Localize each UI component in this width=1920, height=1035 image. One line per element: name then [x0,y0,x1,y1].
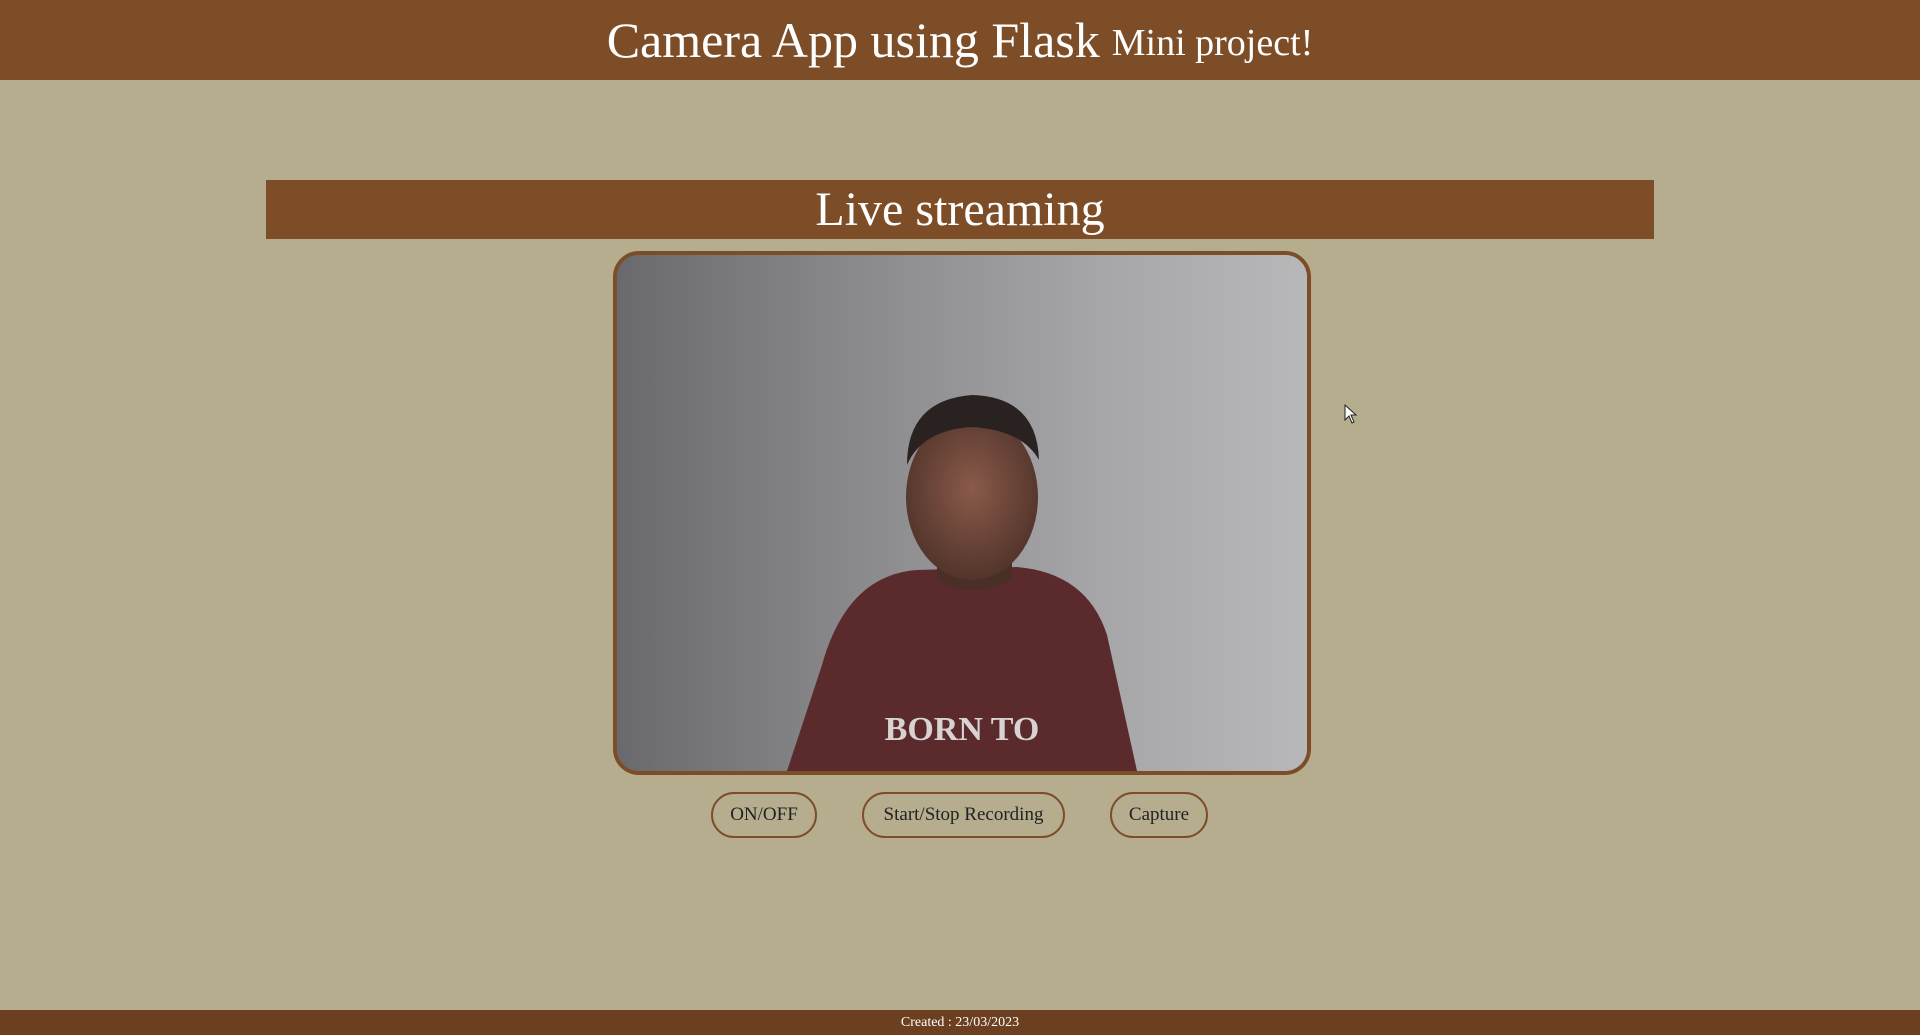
page-footer: Created : 23/03/2023 [0,1010,1920,1035]
start-stop-recording-button[interactable]: Start/Stop Recording [862,792,1065,838]
camera-controls: ON/OFF Start/Stop Recording Capture [0,792,1920,842]
onoff-button[interactable]: ON/OFF [711,792,817,838]
live-video-feed: BORN TO [613,251,1311,775]
app-title: Camera App using Flask [606,12,1100,68]
capture-button[interactable]: Capture [1110,792,1208,838]
app-header: Camera App using Flask Mini project! [0,0,1920,80]
video-frame-image: BORN TO [617,255,1307,771]
created-date: Created : 23/03/2023 [900,1014,1020,1030]
mouse-pointer-icon [1344,404,1358,424]
app-subtitle: Mini project! [1111,22,1314,64]
shirt-print-text: BORN TO [885,711,1040,748]
section-title-live-streaming: Live streaming [266,180,1654,239]
